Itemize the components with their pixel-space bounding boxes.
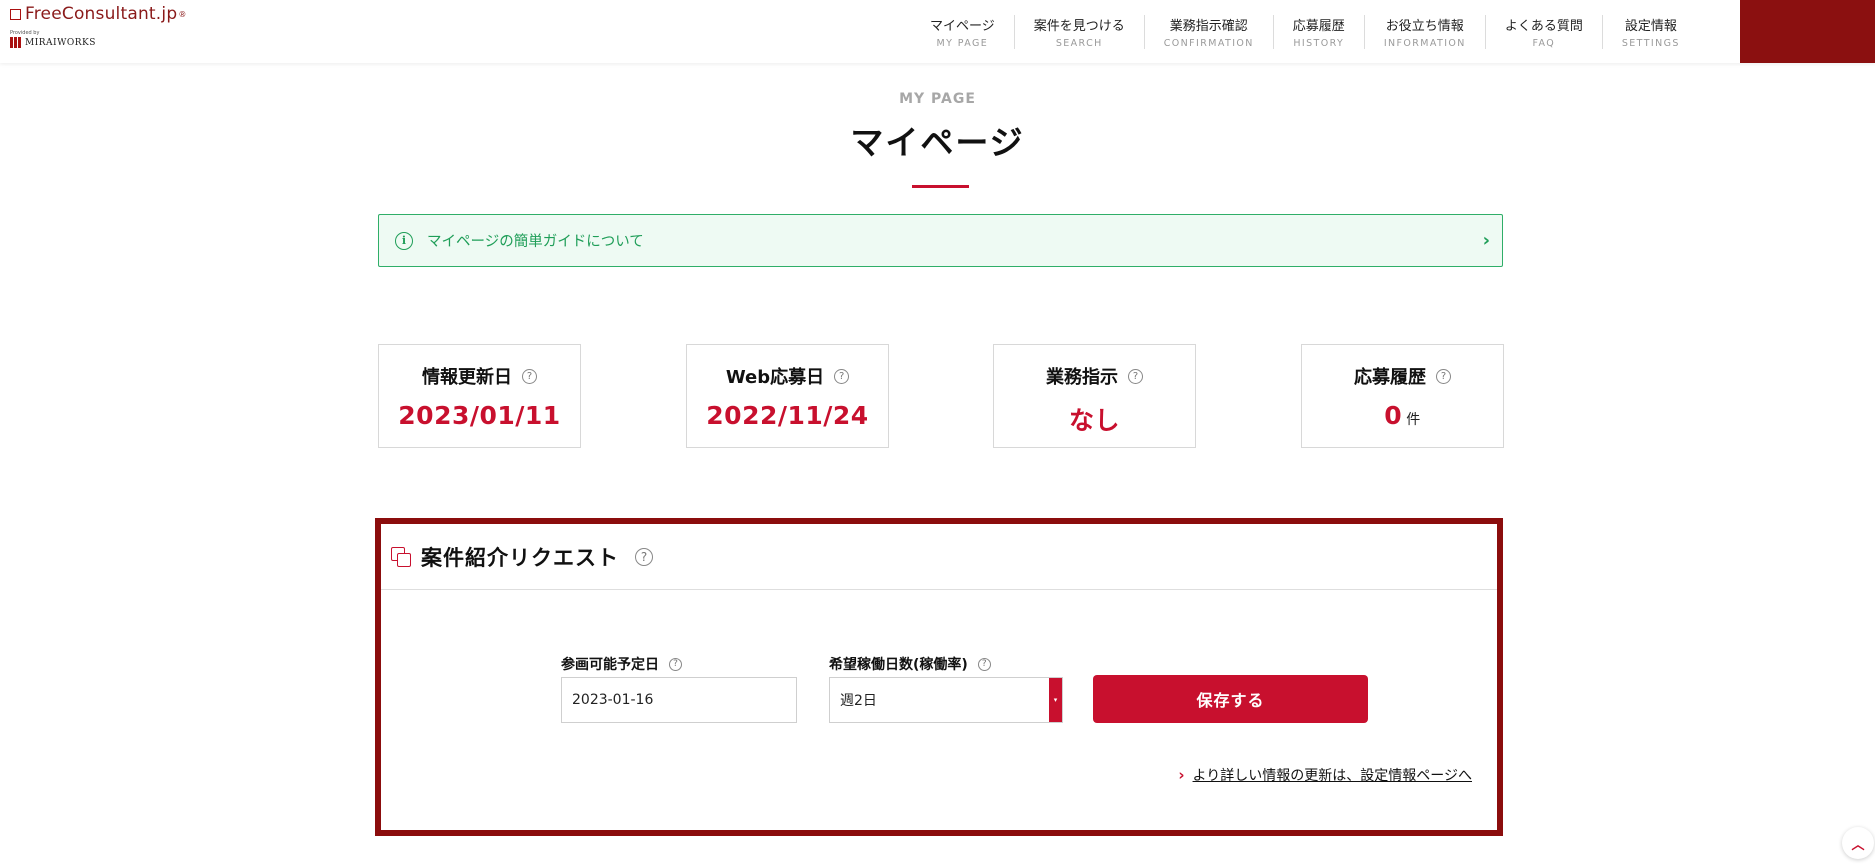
- nav-sublabel: MY PAGE: [936, 37, 989, 49]
- nav-label: 業務指示確認: [1169, 18, 1248, 34]
- scroll-to-top-button[interactable]: ︿: [1842, 827, 1874, 859]
- stat-value: 2023/01/11: [398, 401, 561, 430]
- logo-square-icon: [10, 8, 21, 20]
- nav-label: マイページ: [930, 18, 995, 34]
- nav-label: よくある質問: [1504, 18, 1583, 34]
- work-days-select[interactable]: 週2日 ▾: [829, 677, 1063, 723]
- nav-item-settings[interactable]: 設定情報 SETTINGS: [1603, 15, 1699, 49]
- help-icon[interactable]: ?: [834, 368, 850, 384]
- nav-label: 案件を見つける: [1033, 18, 1125, 34]
- start-date-label: 参画可能予定日 ?: [561, 654, 682, 674]
- nav-sublabel: SEARCH: [1055, 37, 1103, 49]
- top-header: FreeConsultant.jp ® Provided by MIRAIWORK…: [0, 0, 1875, 63]
- settings-page-link[interactable]: › より詳しい情報の更新は、設定情報ページへ: [1178, 765, 1472, 785]
- stat-label: 業務指示: [1046, 367, 1118, 388]
- start-date-input[interactable]: 2023-01-16: [561, 677, 797, 723]
- nav-sublabel: INFORMATION: [1383, 37, 1466, 49]
- help-icon[interactable]: ?: [669, 657, 682, 671]
- header-menu-block[interactable]: [1740, 0, 1875, 63]
- chevron-right-icon: ›: [1178, 766, 1185, 784]
- info-icon: i: [395, 231, 413, 250]
- nav-label: 応募履歴: [1292, 18, 1345, 34]
- nav-item-information[interactable]: お役立ち情報 INFORMATION: [1365, 14, 1486, 49]
- nav-item-faq[interactable]: よくある質問 FAQ: [1486, 14, 1603, 49]
- work-days-label: 希望稼働日数(稼働率) ?: [829, 654, 991, 674]
- project-request-panel: 案件紹介リクエスト ? 参画可能予定日 ? 2023-01-16 希望稼働日数(…: [375, 518, 1503, 836]
- nav-sublabel: SETTINGS: [1621, 37, 1680, 49]
- stat-card-instructions: 業務指示 ? なし: [993, 344, 1196, 448]
- stat-value: なし: [1068, 406, 1120, 435]
- save-button[interactable]: 保存する: [1093, 675, 1368, 723]
- chevron-up-icon: ︿: [1851, 837, 1865, 853]
- site-logo[interactable]: FreeConsultant.jp ® Provided by MIRAIWORK…: [10, 4, 187, 48]
- logo-wordmark: FreeConsultant.jp ®: [10, 4, 187, 24]
- copy-icon: [391, 546, 411, 567]
- help-icon[interactable]: ?: [1128, 368, 1143, 384]
- company-logo: MIRAIWORKS: [10, 37, 187, 48]
- nav-label: 設定情報: [1624, 18, 1677, 34]
- help-icon[interactable]: ?: [977, 657, 991, 671]
- nav-label: お役立ち情報: [1385, 18, 1464, 34]
- stat-unit: 件: [1406, 412, 1421, 428]
- stat-card-history: 応募履歴 ? 0件: [1301, 344, 1504, 448]
- help-icon[interactable]: ?: [522, 368, 537, 384]
- stat-value: 2022/11/24: [706, 401, 869, 430]
- provided-by-label: Provided by: [10, 30, 40, 36]
- stat-card-updated: 情報更新日 ? 2023/01/11: [378, 344, 581, 448]
- panel-header: 案件紹介リクエスト ?: [381, 524, 1497, 590]
- stat-label: 応募履歴: [1354, 367, 1426, 388]
- nav-item-history[interactable]: 応募履歴 HISTORY: [1274, 14, 1365, 49]
- nav-item-mypage[interactable]: マイページ MY PAGE: [911, 14, 1015, 49]
- help-icon[interactable]: ?: [635, 547, 653, 566]
- nav-sublabel: HISTORY: [1293, 37, 1345, 49]
- title-underline: [912, 185, 969, 188]
- nav-sublabel: FAQ: [1532, 37, 1556, 49]
- nav-item-search[interactable]: 案件を見つける SEARCH: [1015, 14, 1145, 49]
- chevron-right-icon: ›: [1482, 230, 1490, 251]
- guide-banner[interactable]: i マイページの簡単ガイドについて ›: [378, 214, 1503, 267]
- main-nav: マイページ MY PAGE 案件を見つける SEARCH 業務指示確認 CONF…: [911, 0, 1699, 63]
- chevron-down-icon: ▾: [1049, 678, 1062, 722]
- stat-label: Web応募日: [725, 367, 825, 388]
- stat-value: 0件: [1384, 401, 1421, 430]
- help-icon[interactable]: ?: [1436, 368, 1451, 384]
- nav-item-confirmation[interactable]: 業務指示確認 CONFIRMATION: [1145, 14, 1274, 49]
- stat-label: 情報更新日: [422, 367, 512, 388]
- guide-text: マイページの簡単ガイドについて: [427, 234, 644, 250]
- page-title: マイページ: [850, 123, 1025, 162]
- stat-card-web-apply: Web応募日 ? 2022/11/24: [686, 344, 889, 448]
- panel-title: 案件紹介リクエスト: [421, 545, 619, 570]
- nav-sublabel: CONFIRMATION: [1163, 37, 1254, 49]
- page-title-en: MY PAGE: [899, 91, 976, 107]
- miraiworks-mark-icon: [10, 37, 21, 48]
